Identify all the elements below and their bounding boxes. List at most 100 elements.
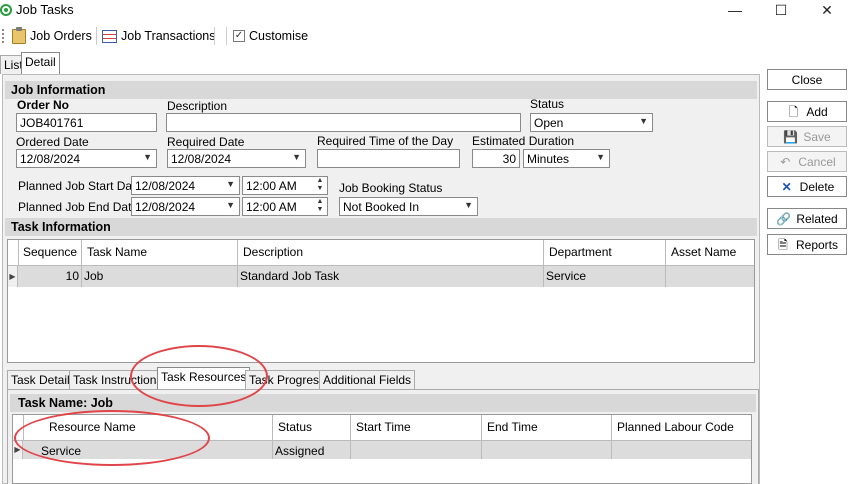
add-button[interactable]: 🗋 Add	[767, 101, 847, 122]
tab-task-detail[interactable]: Task Detail	[7, 370, 74, 389]
planned-end-time-value: 12:00 AM	[246, 200, 297, 214]
checkbox-icon: ✓	[233, 30, 245, 42]
reports-button[interactable]: 🗎 Reports	[767, 234, 847, 255]
toolbar-separator	[226, 27, 227, 45]
column-header[interactable]: Planned Labour Code	[612, 415, 751, 440]
planned-start-label: Planned Job Start Date	[18, 179, 143, 193]
tab-task-progress[interactable]: Task Progress	[245, 370, 330, 389]
column-header[interactable]: Resource Name	[23, 415, 273, 440]
customise-button[interactable]: ✓ Customise	[233, 27, 308, 45]
save-button[interactable]: 💾 Save	[767, 126, 847, 147]
order-no-label: Order No	[17, 98, 70, 112]
chevron-down-icon: ▼	[226, 200, 235, 210]
minimize-button[interactable]: —	[712, 0, 758, 22]
add-label: Add	[806, 104, 828, 119]
column-header[interactable]: Sequence	[18, 240, 82, 265]
column-header[interactable]: End Time	[482, 415, 612, 440]
department-cell: Service	[544, 266, 666, 287]
job-transactions-button[interactable]: Job Transactions	[102, 27, 216, 45]
planned-labour-code-cell	[612, 441, 751, 459]
planned-start-time-value: 12:00 AM	[246, 179, 297, 193]
description-field[interactable]	[166, 113, 521, 132]
clipboard-icon	[12, 26, 26, 44]
toolbar-separator	[214, 27, 215, 45]
link-icon: 🔗	[776, 211, 792, 226]
task-grid[interactable]: Sequence Task Name Description Departmen…	[7, 239, 755, 363]
floppy-disk-icon: 💾	[783, 129, 799, 144]
planned-end-time-field[interactable]: 12:00 AM ▲ ▼	[242, 197, 328, 216]
close-button[interactable]: Close	[767, 69, 847, 90]
status-dropdown[interactable]: Open ▼	[530, 113, 653, 132]
estimated-duration-field[interactable]: 30	[472, 149, 520, 168]
required-time-label: Required Time of the Day	[317, 134, 454, 148]
required-date-label: Required Date	[167, 135, 245, 149]
column-header[interactable]: Asset Name	[666, 240, 754, 265]
related-button[interactable]: 🔗 Related	[767, 208, 847, 229]
planned-end-date-value: 12/08/2024	[135, 200, 196, 214]
task-name-cell: Job	[82, 266, 238, 287]
estimated-duration-label: Estimated Duration	[472, 134, 575, 148]
resource-grid[interactable]: Resource Name Status Start Time End Time…	[12, 414, 752, 484]
task-grid-header: Sequence Task Name Description Departmen…	[8, 240, 754, 266]
toolbar: Job Orders Job Transactions ✓ Customise	[0, 23, 850, 49]
description-label: Description	[167, 99, 228, 113]
task-information-header: Task Information	[5, 218, 757, 236]
asset-name-cell	[666, 266, 754, 287]
column-header[interactable]: Status	[273, 415, 351, 440]
report-icon: 🗎	[778, 237, 788, 252]
end-time-cell	[482, 441, 612, 459]
delete-x-icon: ✕	[781, 179, 792, 194]
description-cell: Standard Job Task	[238, 266, 544, 287]
cancel-button[interactable]: ↶ Cancel	[767, 151, 847, 172]
row-pointer-icon: ▶	[13, 441, 23, 459]
resource-status-cell: Assigned	[273, 441, 351, 459]
planned-end-date-field[interactable]: 12/08/2024 ▼	[131, 197, 240, 216]
status-value: Open	[534, 116, 564, 130]
column-header[interactable]: Department	[544, 240, 666, 265]
tab-detail[interactable]: Detail	[21, 52, 60, 74]
window-title: Job Tasks	[16, 2, 74, 17]
job-orders-button[interactable]: Job Orders	[12, 26, 92, 45]
column-header[interactable]: Start Time	[351, 415, 482, 440]
task-tabs: Task Detail Task Instructions Task Resou…	[7, 367, 759, 390]
planned-start-time-field[interactable]: 12:00 AM ▲ ▼	[242, 176, 328, 195]
resource-grid-header: Resource Name Status Start Time End Time…	[13, 415, 751, 441]
planned-start-date-value: 12/08/2024	[135, 179, 196, 193]
column-header[interactable]: Task Name	[82, 240, 238, 265]
close-label: Close	[791, 72, 823, 87]
related-label: Related	[796, 211, 838, 226]
required-time-field[interactable]	[317, 149, 460, 168]
tab-task-instructions[interactable]: Task Instructions	[69, 370, 167, 389]
sequence-cell: 10	[18, 266, 82, 287]
maximize-button[interactable]: ☐	[758, 0, 804, 22]
booking-status-dropdown[interactable]: Not Booked In ▼	[339, 197, 478, 216]
column-header[interactable]: Description	[238, 240, 544, 265]
start-time-cell	[351, 441, 482, 459]
table-row[interactable]: ▶ 10 Job Standard Job Task Service	[8, 266, 754, 287]
order-no-value: JOB401761	[20, 116, 84, 130]
row-pointer-icon: ▶	[8, 266, 18, 287]
new-document-icon: 🗋	[788, 104, 799, 119]
tab-additional-fields[interactable]: Additional Fields	[319, 370, 416, 389]
order-no-field[interactable]: JOB401761	[16, 113, 157, 132]
chevron-down-icon: ▼	[639, 116, 648, 126]
close-window-button[interactable]: ✕	[804, 0, 850, 22]
chevron-down-icon: ▼	[292, 152, 301, 162]
required-date-field[interactable]: 12/08/2024 ▼	[167, 149, 306, 168]
task-resources-panel: Task Name: Job Resource Name Status Star…	[7, 389, 759, 484]
planned-start-date-field[interactable]: 12/08/2024 ▼	[131, 176, 240, 195]
title-bar: Job Tasks — ☐ ✕	[0, 0, 850, 22]
delete-button[interactable]: ✕ Delete	[767, 176, 847, 197]
required-date-value: 12/08/2024	[171, 152, 232, 166]
job-information-header: Job Information	[5, 81, 757, 99]
reports-label: Reports	[795, 237, 839, 252]
duration-unit-dropdown[interactable]: Minutes ▼	[523, 149, 610, 168]
spinner-icon[interactable]: ▲ ▼	[315, 198, 325, 214]
table-row[interactable]: ▶ Service Assigned	[13, 441, 751, 459]
spinner-icon[interactable]: ▲ ▼	[315, 177, 325, 193]
ordered-date-field[interactable]: 12/08/2024 ▼	[16, 149, 157, 168]
ordered-date-label: Ordered Date	[16, 135, 89, 149]
tab-task-resources[interactable]: Task Resources	[157, 367, 251, 390]
delete-label: Delete	[799, 179, 835, 194]
detail-panel: Job Information Order No JOB401761 Descr…	[2, 74, 760, 484]
